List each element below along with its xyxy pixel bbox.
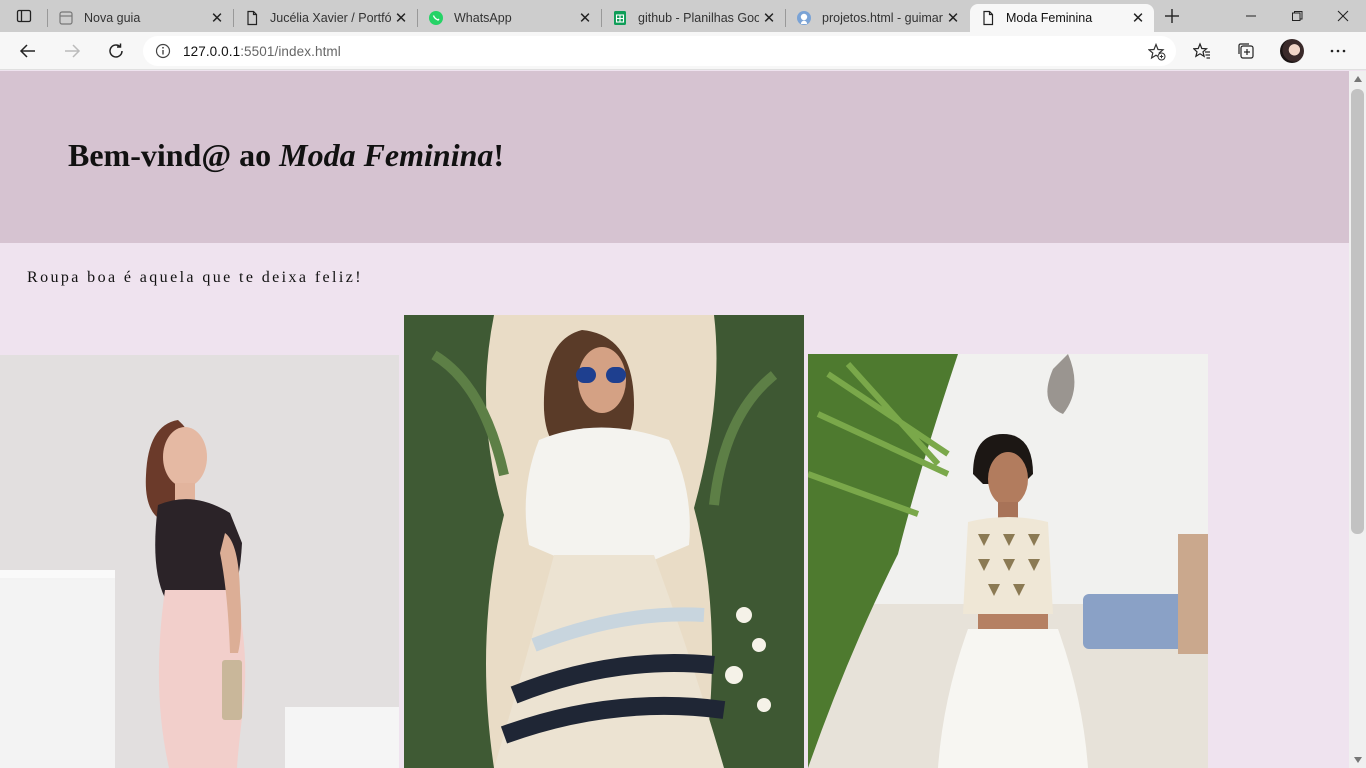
vertical-scrollbar[interactable] [1349,71,1366,768]
tab-whatsapp[interactable]: WhatsApp ✕ [418,4,601,32]
tab-actions-icon[interactable] [8,4,40,28]
page-viewport: Bem-vind@ ao Moda Feminina! Roupa boa é … [0,71,1349,768]
close-tab-icon[interactable]: ✕ [1128,8,1148,28]
minimize-icon[interactable] [1228,0,1274,32]
tab-projetos[interactable]: projetos.html - guimaraes ✕ [786,4,969,32]
close-tab-icon[interactable]: ✕ [943,8,963,28]
title-emphasis: Moda Feminina [279,137,494,173]
close-tab-icon[interactable]: ✕ [759,8,779,28]
browser-toolbar: 127.0.0.1:5501/index.html [0,32,1366,70]
tab-title: WhatsApp [454,11,512,25]
tab-planilhas[interactable]: github - Planilhas Google ✕ [602,4,785,32]
new-tab-button[interactable] [1158,4,1186,28]
page-title: Bem-vind@ ao Moda Feminina! [68,137,504,174]
title-prefix: Bem-vind@ ao [68,137,280,173]
scroll-down-icon[interactable] [1349,752,1366,768]
close-tab-icon[interactable]: ✕ [207,8,227,28]
profile-avatar[interactable] [1280,39,1304,63]
forward-icon[interactable] [56,35,88,67]
more-menu-icon[interactable] [1322,35,1354,67]
new-tab-page-icon [58,10,74,26]
favorites-icon[interactable] [1186,35,1218,67]
tagline: Roupa boa é aquela que te deixa feliz! [27,269,363,286]
title-suffix: ! [493,137,505,173]
address-bar[interactable]: 127.0.0.1:5501/index.html [143,36,1176,66]
tab-title: Nova guia [84,11,141,25]
scroll-thumb[interactable] [1351,89,1364,534]
site-info-icon[interactable] [143,43,183,59]
fashion-photo-3 [808,354,1208,768]
refresh-icon[interactable] [100,35,132,67]
url-text[interactable]: 127.0.0.1:5501/index.html [183,44,341,59]
back-icon[interactable] [12,35,44,67]
tab-title: Moda Feminina [1006,11,1093,25]
tab-nova-guia[interactable]: Nova guia ✕ [48,4,233,32]
restore-icon[interactable] [1274,0,1320,32]
document-icon [980,10,996,26]
url-host: 127.0.0.1 [183,43,241,59]
github-icon [796,10,812,26]
url-path: :5501/index.html [240,43,341,59]
scroll-up-icon[interactable] [1349,71,1366,87]
tab-portfolio[interactable]: Jucélia Xavier / Portfólio ✕ [234,4,417,32]
close-tab-icon[interactable]: ✕ [575,8,595,28]
header-band: Bem-vind@ ao Moda Feminina! [0,71,1349,243]
collections-icon[interactable] [1230,35,1262,67]
tab-title: Jucélia Xavier / Portfólio [270,11,391,25]
tab-title: github - Planilhas Google [638,11,759,25]
tab-title: projetos.html - guimaraes [822,11,943,25]
tab-moda-feminina[interactable]: Moda Feminina ✕ [970,4,1154,32]
document-icon [244,10,260,26]
add-favorite-icon[interactable] [1146,41,1168,63]
fashion-photo-2 [404,315,804,768]
close-window-icon[interactable] [1320,0,1366,32]
close-tab-icon[interactable]: ✕ [391,8,411,28]
fashion-photo-1 [0,355,399,768]
google-sheets-icon [612,10,628,26]
whatsapp-icon [428,10,444,26]
tab-strip: Nova guia ✕ Jucélia Xavier / Portfólio ✕… [0,0,1366,32]
